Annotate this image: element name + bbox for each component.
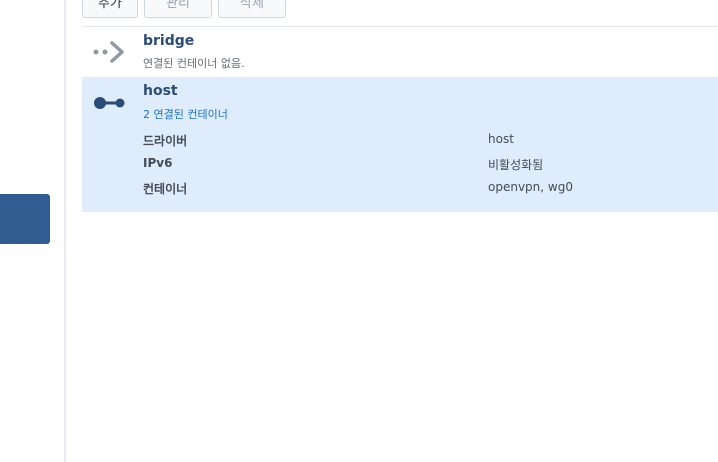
ipv6-value: 비활성화됨 (488, 158, 544, 172)
add-button[interactable]: 추가 (82, 0, 138, 18)
sidebar-selected-item[interactable] (0, 194, 50, 244)
network-name: bridge (143, 33, 195, 49)
arrow-dots-icon (92, 37, 128, 67)
containers-label: 컨테이너 (143, 182, 188, 196)
manage-button[interactable]: 관리 (144, 0, 212, 18)
ipv6-label: IPv6 (143, 156, 173, 170)
network-row-host[interactable]: host 2 연결된 컨테이너 드라이버 host IPv6 비활성화됨 컨테이… (82, 77, 718, 212)
driver-value: host (488, 132, 514, 146)
toolbar: 추가 관리 삭제 (82, 0, 286, 18)
containers-value: openvpn, wg0 (488, 180, 573, 194)
delete-button[interactable]: 삭제 (218, 0, 286, 18)
network-name: host (143, 83, 178, 99)
network-status: 연결된 컨테이너 없음. (143, 57, 245, 70)
network-status: 2 연결된 컨테이너 (143, 108, 228, 121)
network-row-bridge[interactable]: bridge 연결된 컨테이너 없음. (82, 27, 718, 77)
driver-label: 드라이버 (143, 134, 188, 148)
connected-node-icon (92, 88, 128, 118)
